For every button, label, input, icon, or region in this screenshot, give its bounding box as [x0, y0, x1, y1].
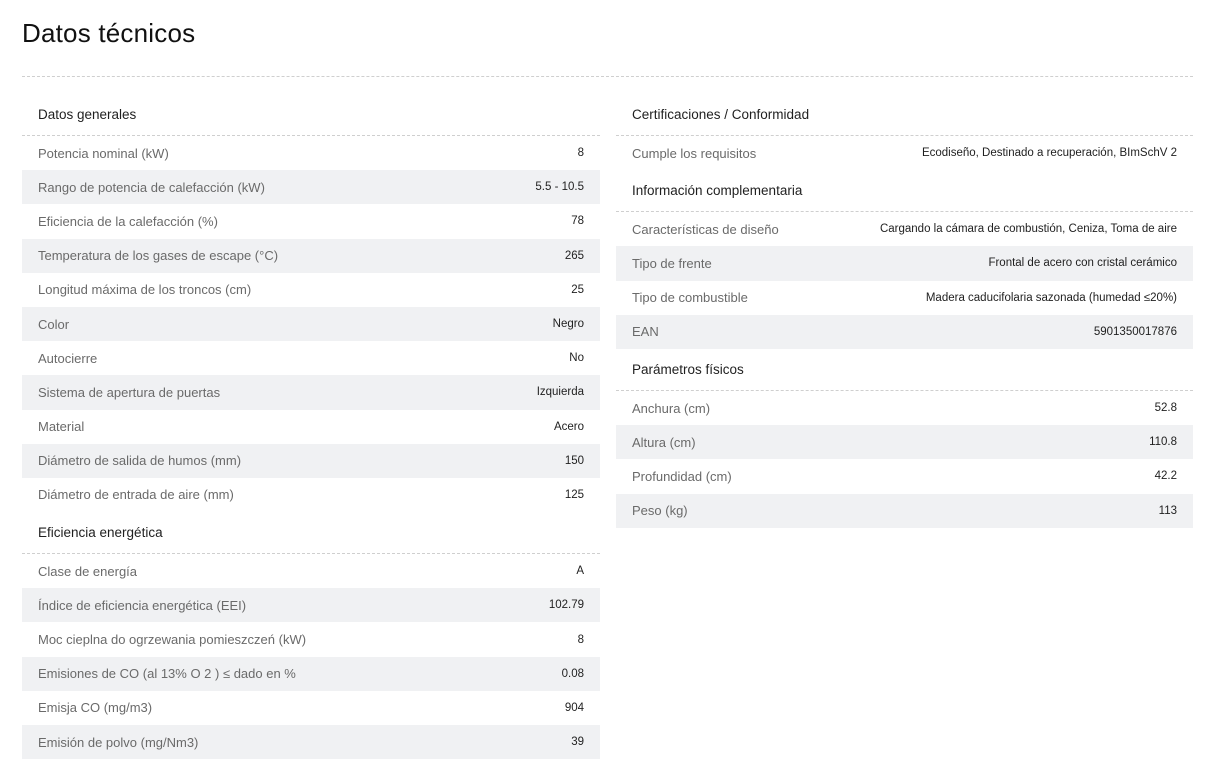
- spec-row: Color Negro: [22, 306, 600, 342]
- spec-label: Diámetro de salida de humos (mm): [38, 453, 242, 469]
- spec-label: Clase de energía: [38, 563, 138, 579]
- spec-value: 78: [571, 215, 584, 228]
- spec-value: 0.08: [561, 667, 584, 680]
- spec-label: Potencia nominal (kW): [38, 145, 169, 161]
- spec-label: Diámetro de entrada de aire (mm): [38, 487, 234, 503]
- spec-label: Emisiones de CO (al 13% O 2 ) ≤ dado en …: [38, 666, 296, 682]
- section-heading-datos-generales: Datos generales: [22, 96, 600, 136]
- spec-label: Tipo de combustible: [632, 290, 748, 306]
- spec-row: Moc cieplna do ogrzewania pomieszczeń (k…: [22, 622, 600, 656]
- spec-value: 102.79: [548, 599, 584, 612]
- spec-value: 5901350017876: [1093, 325, 1177, 338]
- spec-label: Altura (cm): [632, 434, 696, 450]
- spec-value: 42.2: [1154, 470, 1177, 483]
- spec-row: Emisiones de CO (al 13% O 2 ) ≤ dado en …: [22, 656, 600, 691]
- spec-row: Potencia nominal (kW) 8: [22, 136, 600, 170]
- section-heading-parametros-fisicos: Parámetros físicos: [616, 349, 1193, 391]
- spec-label: Longitud máxima de los troncos (cm): [38, 282, 252, 298]
- spec-value: 110.8: [1149, 436, 1177, 449]
- spec-value: 150: [564, 454, 584, 467]
- section-heading-informacion-complementaria: Información complementaria: [616, 170, 1193, 213]
- section-heading-eficiencia-energetica: Eficiencia energética: [22, 512, 600, 555]
- spec-row: Temperatura de los gases de escape (°C) 2…: [22, 238, 600, 273]
- spec-label: Sistema de apertura de puertas: [38, 384, 221, 400]
- spec-label: Temperatura de los gases de escape (°C): [38, 248, 279, 264]
- spec-label: Índice de eficiencia energética (EEI): [38, 597, 247, 613]
- spec-row: Autocierre No: [22, 341, 600, 375]
- spec-label: Eficiencia de la calefacción (%): [38, 213, 218, 229]
- left-column: Datos generales Potencia nominal (kW) 8 Ran…: [22, 96, 600, 760]
- spec-value: Izquierda: [536, 386, 584, 399]
- spec-label: Material: [38, 419, 85, 435]
- spec-row: Emisja CO (mg/m3) 904: [22, 691, 600, 725]
- spec-row: Altura (cm) 110.8: [616, 425, 1193, 460]
- spec-value: 25: [571, 283, 584, 296]
- spec-value: A: [576, 565, 584, 578]
- section-heading-certificaciones-conformidad: Certificaciones / Conformidad: [616, 96, 1193, 136]
- spec-value: 904: [564, 701, 584, 714]
- spec-row: Cumple los requisitos Ecodiseño, Destinad…: [616, 136, 1193, 170]
- spec-label: Profundidad (cm): [632, 468, 732, 484]
- spec-value: Ecodiseño, Destinado a recuperación, BIm…: [921, 147, 1177, 160]
- spec-label: Características de diseño: [632, 221, 779, 237]
- spec-row: Sistema de apertura de puertas Izquierda: [22, 375, 600, 410]
- spec-row: Rango de potencia de calefacción (kW) 5.5…: [22, 170, 600, 205]
- spec-label: Color: [38, 316, 70, 332]
- spec-value: Cargando la cámara de combustión, Ceniza…: [879, 223, 1177, 236]
- title-divider: [22, 76, 1193, 77]
- spec-label: Tipo de frente: [632, 255, 712, 271]
- spec-row: Clase de energía A: [22, 554, 600, 588]
- spec-value: Acero: [553, 420, 584, 433]
- spec-row: Anchura (cm) 52.8: [616, 391, 1193, 425]
- spec-row: Diámetro de salida de humos (mm) 150: [22, 443, 600, 478]
- spec-value: Frontal de acero con cristal cerámico: [988, 257, 1177, 270]
- spec-row: EAN 5901350017876: [616, 314, 1193, 349]
- spec-row: Longitud máxima de los troncos (cm) 25: [22, 273, 600, 307]
- spec-value: 8: [577, 147, 584, 160]
- spec-label: Anchura (cm): [632, 400, 711, 416]
- spec-row: Emisión de polvo (mg/Nm3) 39: [22, 725, 600, 760]
- spec-value: 39: [571, 736, 584, 749]
- spec-row: Profundidad (cm) 42.2: [616, 459, 1193, 493]
- spec-label: Emisja CO (mg/m3): [38, 700, 153, 716]
- spec-label: Autocierre: [38, 350, 98, 366]
- right-column: Certificaciones / Conformidad Cumple los …: [616, 96, 1193, 528]
- spec-value: 265: [564, 249, 584, 262]
- spec-row: Tipo de frente Frontal de acero con crist…: [616, 246, 1193, 281]
- spec-label: Peso (kg): [632, 503, 688, 519]
- spec-value: 125: [564, 488, 584, 501]
- spec-value: 5.5 - 10.5: [535, 181, 584, 194]
- spec-label: EAN: [632, 324, 659, 340]
- spec-row: Material Acero: [22, 410, 600, 444]
- spec-row: Peso (kg) 113: [616, 493, 1193, 528]
- spec-label: Emisión de polvo (mg/Nm3): [38, 734, 199, 750]
- spec-value: No: [569, 352, 584, 365]
- spec-value: 113: [1158, 504, 1177, 517]
- spec-row: Índice de eficiencia energética (EEI) 102…: [22, 588, 600, 623]
- spec-label: Cumple los requisitos: [632, 145, 757, 161]
- spec-row: Eficiencia de la calefacción (%) 78: [22, 204, 600, 238]
- spec-label: Rango de potencia de calefacción (kW): [38, 179, 265, 195]
- spec-value: 8: [577, 633, 584, 646]
- spec-row: Diámetro de entrada de aire (mm) 125: [22, 478, 600, 512]
- spec-value: 52.8: [1154, 402, 1177, 415]
- spec-row: Tipo de combustible Madera caducifolaria …: [616, 281, 1193, 315]
- page-title: Datos técnicos: [22, 18, 196, 48]
- spec-value: Madera caducifolaria sazonada (humedad ≤…: [925, 291, 1177, 304]
- spec-label: Moc cieplna do ogrzewania pomieszczeń (k…: [38, 632, 307, 648]
- spec-row: Características de diseño Cargando la cám…: [616, 212, 1193, 246]
- spec-value: Negro: [552, 318, 584, 331]
- technical-data-page: Datos técnicos Datos generales Potencia n…: [0, 0, 1227, 776]
